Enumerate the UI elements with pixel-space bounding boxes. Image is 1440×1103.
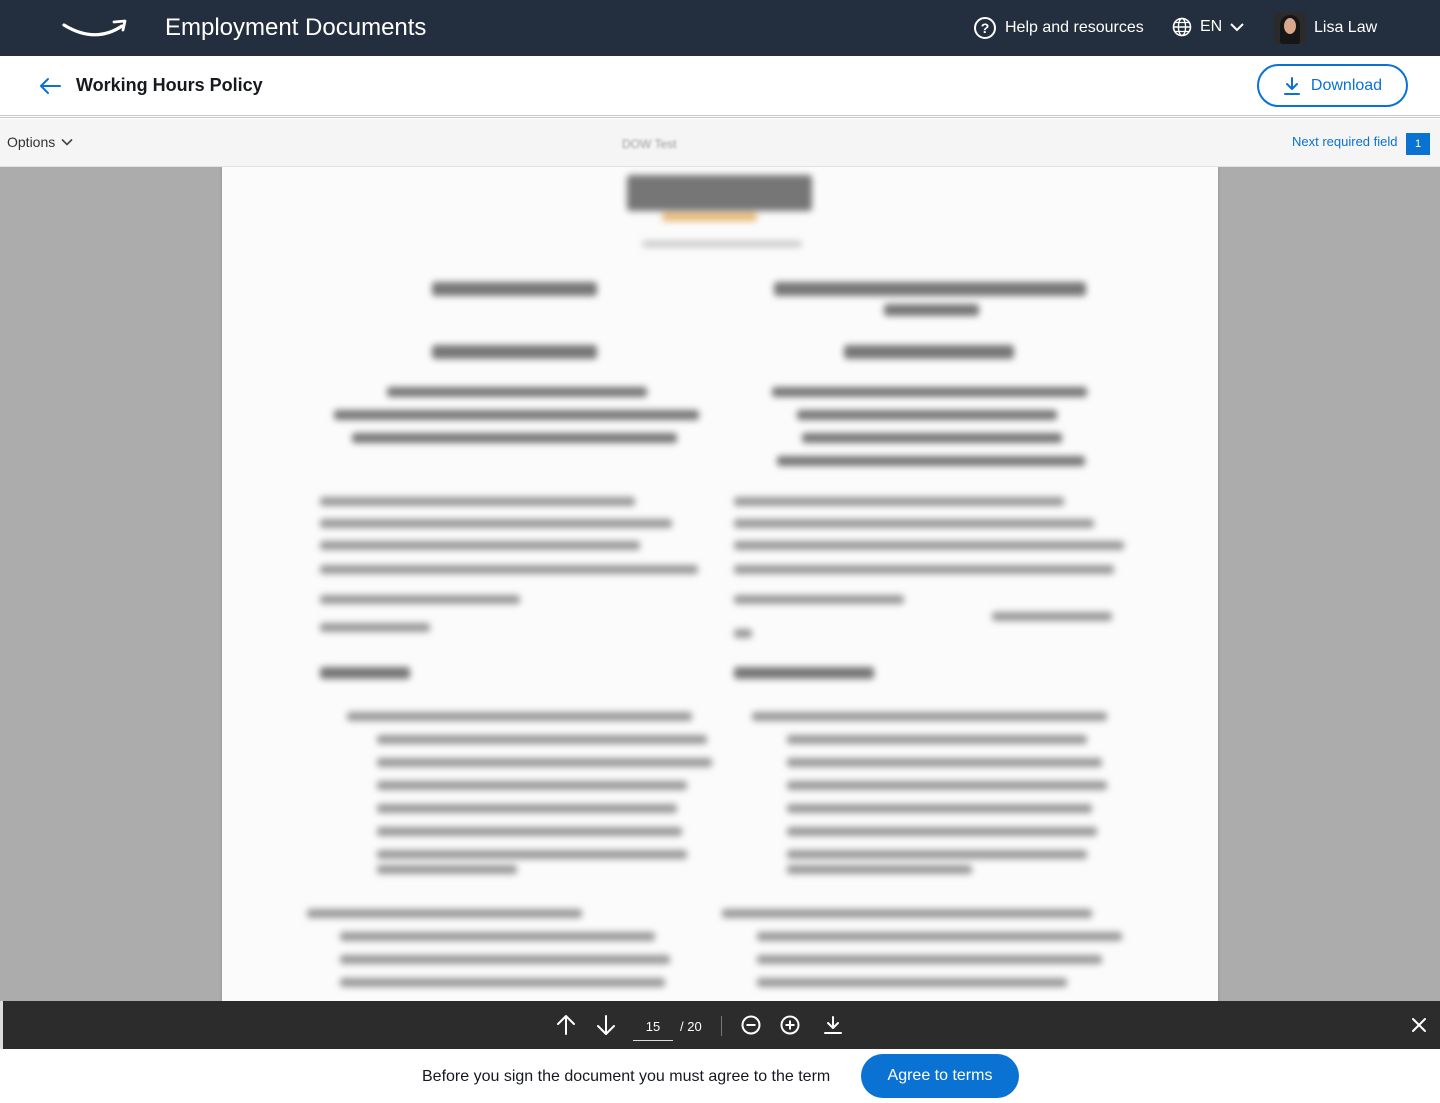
viewer-toolbar: / 20 xyxy=(0,1001,1440,1049)
arrow-down-icon[interactable] xyxy=(595,1014,617,1036)
zoom-in-icon[interactable] xyxy=(779,1014,801,1036)
total-pages: / 20 xyxy=(680,1019,702,1034)
chevron-down-icon xyxy=(1230,23,1244,32)
globe-icon xyxy=(1172,17,1192,37)
terms-notice: Before you sign the document you must ag… xyxy=(422,1068,831,1085)
user-name: Lisa Law xyxy=(1314,19,1378,36)
document-name: DOW Test xyxy=(622,137,677,151)
arrow-left-icon[interactable] xyxy=(38,76,62,96)
help-and-resources-link[interactable]: ? Help and resources xyxy=(974,17,1144,39)
help-label: Help and resources xyxy=(1005,19,1144,36)
toolbar-divider xyxy=(721,1016,722,1036)
language-selector[interactable]: EN xyxy=(1172,17,1244,37)
document-header: Working Hours Policy Download xyxy=(0,56,1440,118)
download-button[interactable]: Download xyxy=(1257,64,1408,107)
download-icon xyxy=(1283,76,1300,95)
arrow-up-icon[interactable] xyxy=(555,1014,577,1036)
options-bar: Options DOW Test Next required field 1 xyxy=(0,119,1440,167)
amazon-smile-logo-icon[interactable] xyxy=(62,16,128,40)
options-label: Options xyxy=(7,134,56,150)
close-icon[interactable] xyxy=(1408,1014,1430,1036)
download-label: Download xyxy=(1310,76,1383,94)
options-dropdown[interactable]: Options xyxy=(7,134,73,150)
document-title: Working Hours Policy xyxy=(76,75,263,95)
document-page xyxy=(222,167,1218,1001)
zoom-out-icon[interactable] xyxy=(740,1014,762,1036)
top-navigation-bar: Employment Documents ? Help and resource… xyxy=(0,0,1440,56)
page-number-input[interactable] xyxy=(633,1013,673,1041)
blurred-document-content xyxy=(222,167,1218,1001)
avatar xyxy=(1274,12,1306,44)
app-title: Employment Documents xyxy=(165,14,427,41)
download-icon[interactable] xyxy=(822,1014,844,1036)
language-label: EN xyxy=(1200,18,1223,35)
document-viewer[interactable] xyxy=(0,167,1440,1001)
chevron-down-icon xyxy=(61,138,73,146)
terms-footer: Before you sign the document you must ag… xyxy=(0,1049,1440,1103)
user-menu[interactable]: Lisa Law xyxy=(1274,12,1377,44)
next-required-field-link[interactable]: Next required field xyxy=(1292,134,1398,149)
help-icon: ? xyxy=(974,17,996,39)
required-field-count-badge[interactable]: 1 xyxy=(1406,133,1430,155)
agree-to-terms-button[interactable]: Agree to terms xyxy=(861,1054,1019,1098)
